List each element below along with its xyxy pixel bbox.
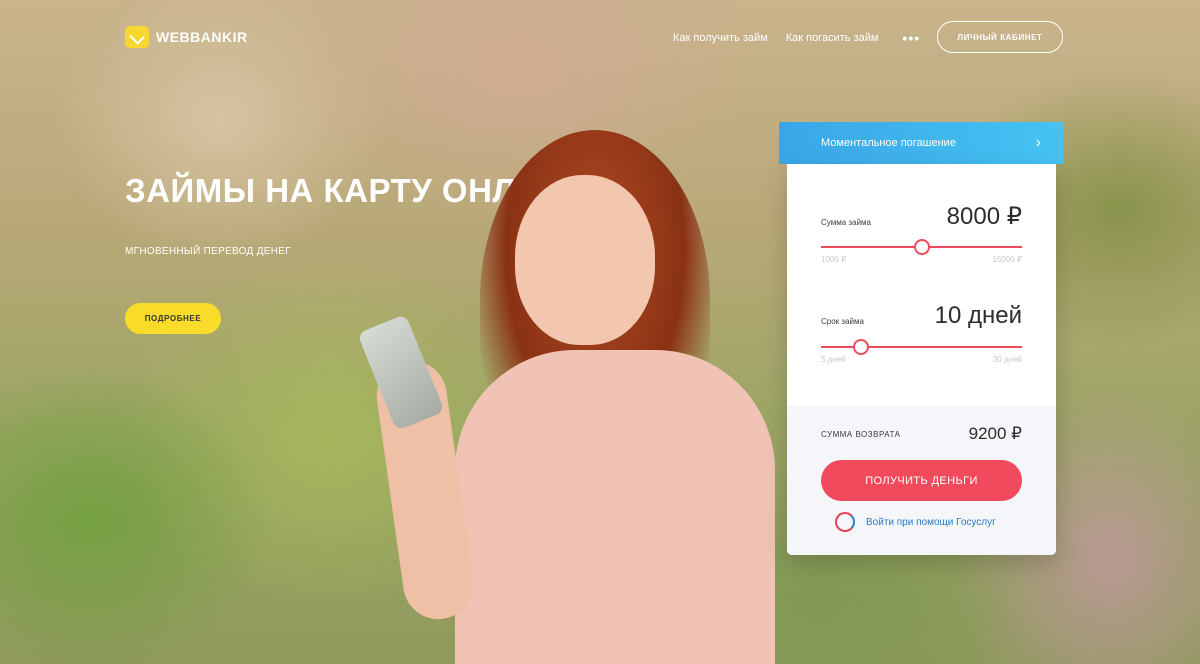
- amount-limits: 1000 ₽ 15000 ₽: [821, 255, 1022, 264]
- term-slider-handle[interactable]: [853, 339, 870, 355]
- amount-min: 1000 ₽: [821, 255, 847, 264]
- hero-person-image: [357, 120, 795, 664]
- chevron-right-icon: ›: [1035, 134, 1041, 151]
- instant-repayment-label: Моментальное погашение: [821, 137, 956, 149]
- details-button[interactable]: ПОДРОБНЕЕ: [125, 303, 221, 334]
- person-face: [515, 175, 655, 345]
- amount-max: 15000 ₽: [992, 255, 1022, 264]
- get-money-button[interactable]: ПОЛУЧИТЬ ДЕНЬГИ: [821, 460, 1022, 501]
- more-menu-icon[interactable]: •••: [902, 30, 920, 46]
- amount-caption: Сумма займа: [821, 218, 871, 227]
- person-torso: [455, 350, 775, 664]
- term-limits: 5 дней 30 дней: [821, 355, 1022, 364]
- return-row: СУММА ВОЗВРАТА 9200 ₽: [821, 424, 1022, 444]
- term-row: Срок займа 10 дней: [821, 302, 1022, 330]
- return-caption: СУММА ВОЗВРАТА: [821, 429, 901, 439]
- logo-heart-icon: [125, 26, 149, 48]
- term-max: 30 дней: [992, 355, 1022, 364]
- amount-row: Сумма займа 8000 ₽: [821, 202, 1022, 231]
- hero-subtitle: МГНОВЕННЫЙ ПЕРЕВОД ДЕНЕГ: [125, 246, 291, 257]
- term-caption: Срок займа: [821, 317, 864, 326]
- return-value: 9200 ₽: [968, 424, 1022, 443]
- gosuslugi-login[interactable]: Войти при помощи Госуслуг: [835, 512, 996, 532]
- gosuslugi-icon: [835, 512, 855, 532]
- calculator-summary: СУММА ВОЗВРАТА 9200 ₽ ПОЛУЧИТЬ ДЕНЬГИ Во…: [787, 406, 1056, 555]
- loan-calculator: Сумма займа 8000 ₽ 1000 ₽ 15000 ₽ Срок з…: [787, 164, 1056, 555]
- amount-slider-handle[interactable]: [913, 239, 930, 255]
- logo-text: WEBBANKIR: [156, 29, 248, 45]
- main-nav: Как получить займ Как погасить займ •••: [673, 30, 920, 46]
- term-value: 10 дней: [934, 302, 1022, 329]
- personal-cabinet-button[interactable]: ЛИЧНЫЙ КАБИНЕТ: [937, 21, 1063, 53]
- logo[interactable]: WEBBANKIR: [125, 26, 248, 48]
- term-slider[interactable]: [821, 339, 1022, 355]
- term-min: 5 дней: [821, 355, 846, 364]
- amount-value: 8000 ₽: [946, 203, 1022, 230]
- amount-slider[interactable]: [821, 239, 1022, 255]
- instant-repayment-banner[interactable]: Моментальное погашение ›: [779, 122, 1063, 164]
- nav-link-how-to-get[interactable]: Как получить займ: [673, 32, 768, 44]
- nav-link-how-to-repay[interactable]: Как погасить займ: [786, 32, 879, 44]
- gosuslugi-link[interactable]: Войти при помощи Госуслуг: [866, 517, 996, 528]
